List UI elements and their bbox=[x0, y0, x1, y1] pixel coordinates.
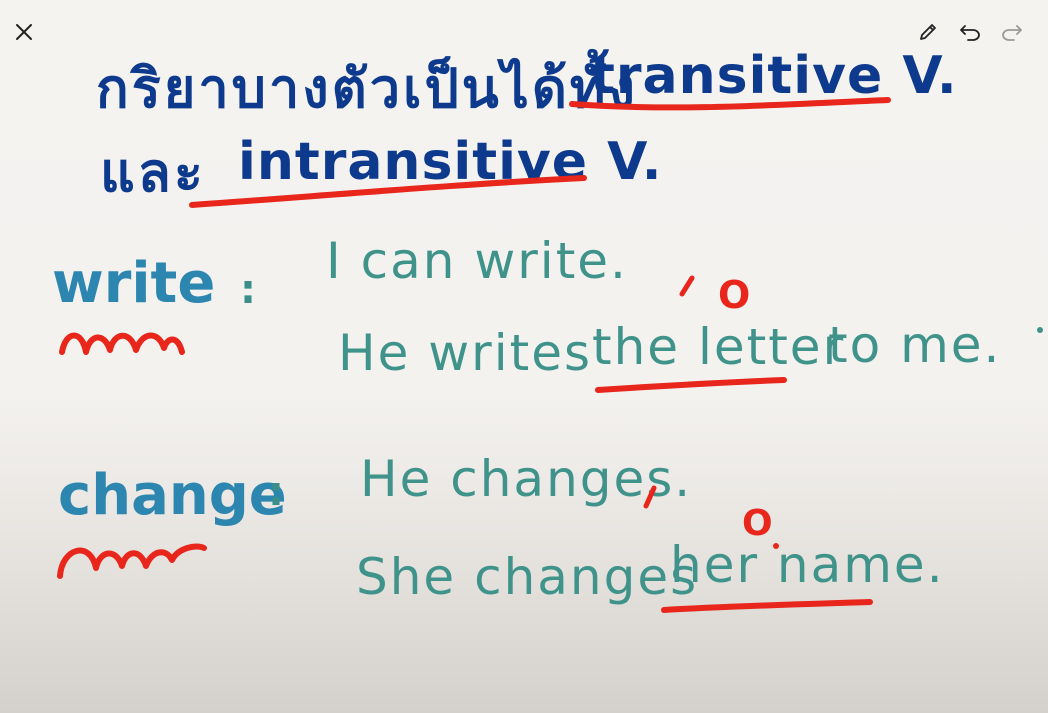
stray-dot bbox=[1037, 327, 1043, 333]
heading-line2-thai: และ bbox=[100, 141, 206, 204]
object-marker-1: O bbox=[718, 273, 751, 317]
undo-button[interactable] bbox=[954, 16, 986, 48]
heading-line2-term: intransitive V. bbox=[238, 132, 663, 192]
example-colon-2: : bbox=[268, 469, 284, 515]
write-sentence-1: I can write. bbox=[326, 232, 628, 290]
write-sentence-2-object: the letter bbox=[592, 318, 846, 376]
example-word-change: change bbox=[58, 463, 287, 528]
pen-tool-button[interactable] bbox=[912, 16, 944, 48]
squiggle-change bbox=[57, 543, 207, 579]
example-word-write: write bbox=[52, 251, 216, 316]
change-sentence-1: He changes. bbox=[360, 450, 693, 508]
redo-icon bbox=[1001, 22, 1023, 42]
heading-line1-thai: กริยาบางตัวเป็นได้ทั้ง bbox=[96, 57, 638, 120]
change-sentence-2-object: her name. bbox=[670, 536, 945, 594]
redo-button[interactable] bbox=[996, 16, 1028, 48]
pencil-icon bbox=[918, 22, 938, 42]
write-sentence-2-suffix: to me. bbox=[828, 316, 1002, 374]
write-sentence-2-prefix: He writes bbox=[338, 324, 593, 382]
undo-icon bbox=[959, 22, 981, 42]
close-icon bbox=[14, 22, 34, 42]
object-marker-2: O bbox=[742, 503, 773, 544]
tick-after-write bbox=[679, 275, 695, 297]
change-sentence-2-prefix: She changes bbox=[356, 548, 699, 606]
example-colon-1: : bbox=[240, 267, 256, 313]
heading-line1-term: transitive V. bbox=[590, 46, 958, 106]
underline-the-letter bbox=[595, 377, 787, 393]
close-button[interactable] bbox=[8, 16, 40, 48]
squiggle-write bbox=[59, 332, 185, 355]
